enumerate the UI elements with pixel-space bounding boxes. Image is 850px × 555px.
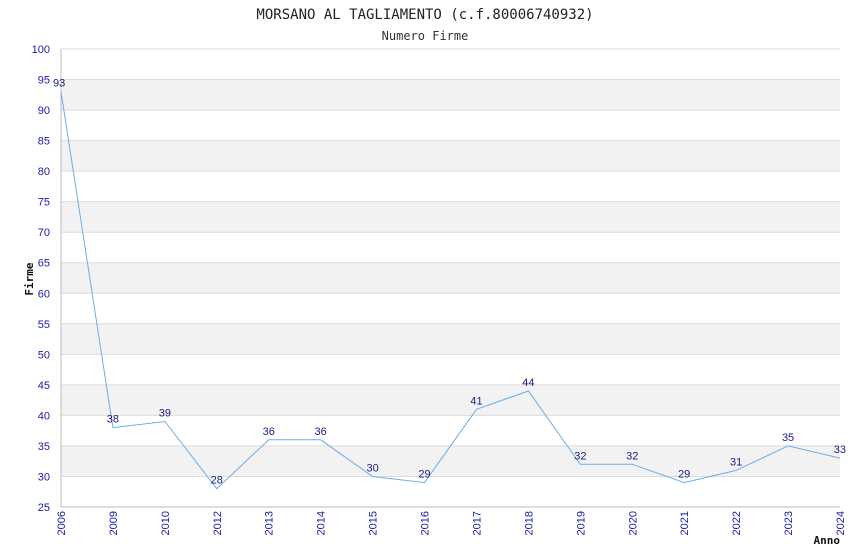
- x-tick-label: 2023: [783, 511, 795, 535]
- y-tick-label: 55: [38, 319, 50, 331]
- x-tick-label: 2020: [627, 511, 639, 535]
- y-tick-label: 60: [38, 288, 50, 300]
- y-tick-label: 75: [38, 197, 50, 209]
- y-tick-label: 90: [38, 105, 50, 117]
- y-tick-label: 85: [38, 136, 50, 148]
- data-label: 33: [834, 444, 846, 456]
- grid-band: [61, 79, 840, 111]
- data-label: 93: [53, 78, 65, 90]
- y-tick-label: 30: [38, 471, 50, 483]
- grid-band: [61, 140, 840, 172]
- y-axis-title: Firme: [23, 262, 36, 295]
- x-tick-label: 2018: [523, 511, 535, 535]
- grid-band: [61, 384, 840, 416]
- x-tick-label: 2014: [316, 511, 328, 535]
- data-label: 32: [574, 450, 586, 462]
- y-tick-label: 100: [32, 44, 50, 56]
- y-tick-label: 40: [38, 410, 50, 422]
- data-label: 28: [211, 475, 223, 487]
- data-label: 39: [159, 408, 171, 420]
- data-label: 38: [107, 414, 119, 426]
- grid-band: [61, 201, 840, 233]
- data-label: 44: [522, 377, 534, 389]
- x-tick-labels: 2006 2009 2010 2012 2013 2014 2015 2016 2017 2018…: [56, 511, 847, 535]
- chart-subtitle: Numero Firme: [382, 29, 469, 43]
- line-chart-svg: 253035404550556065707580859095100 2006 20…: [23, 7, 847, 547]
- x-tick-label: 2012: [212, 511, 224, 535]
- y-tick-label: 65: [38, 258, 50, 270]
- x-axis-title: Anno: [814, 534, 841, 547]
- grid-band: [61, 323, 840, 355]
- x-tick-label: 2022: [731, 511, 743, 535]
- data-label: 36: [315, 426, 327, 438]
- chart-title: MORSANO AL TAGLIAMENTO (c.f.80006740932): [256, 7, 593, 23]
- data-label: 36: [263, 426, 275, 438]
- y-tick-label: 70: [38, 227, 50, 239]
- x-tick-label: 2013: [264, 511, 276, 535]
- x-tick-label: 2010: [160, 511, 172, 535]
- data-label: 29: [418, 469, 430, 481]
- x-tick-label: 2015: [368, 511, 380, 535]
- x-tick-label: 2006: [56, 511, 68, 535]
- chart: 25 30 35 40 45 50 55 60 65 70 75 80 85 90 95 100 2006 20…: [0, 0, 850, 550]
- data-label: 31: [730, 456, 742, 468]
- grid-band: [61, 445, 840, 477]
- x-tick-label: 2017: [471, 511, 483, 535]
- data-label: 32: [626, 450, 638, 462]
- data-label: 29: [678, 469, 690, 481]
- y-tick-label: 35: [38, 441, 50, 453]
- grid-band: [61, 262, 840, 294]
- x-tick-label: 2021: [679, 511, 691, 535]
- background-bands: [61, 79, 840, 477]
- x-tick-label: 2009: [108, 511, 120, 535]
- y-tick-label: 50: [38, 349, 50, 361]
- x-tick-label: 2016: [420, 511, 432, 535]
- data-label: 30: [366, 462, 378, 474]
- y-tick-label: 95: [38, 75, 50, 87]
- y-tick-label: 25: [38, 502, 50, 514]
- x-tick-label: 2019: [575, 511, 587, 535]
- x-tick-label: 2024: [835, 511, 847, 535]
- y-tick-label: 45: [38, 380, 50, 392]
- data-label: 41: [470, 395, 482, 407]
- data-label: 35: [782, 432, 794, 444]
- y-tick-label: 80: [38, 166, 50, 178]
